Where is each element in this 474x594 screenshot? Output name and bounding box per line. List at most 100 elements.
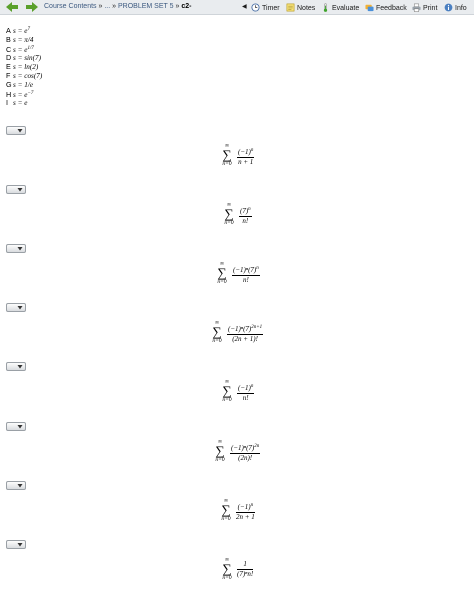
option-base: sin(7) [24, 54, 42, 63]
fraction-numerator: 1 [237, 560, 254, 570]
answer-option-a: As = e7 [6, 26, 42, 36]
fraction-denominator: n! [242, 276, 249, 284]
numerator-exponent: 2n [254, 444, 260, 449]
answer-select-8[interactable] [6, 540, 26, 549]
breadcrumb-ellipsis[interactable]: ... [104, 3, 110, 10]
evaluate-label: Evaluate [332, 5, 360, 12]
forward-arrow-icon[interactable] [26, 2, 38, 12]
summation-symbol: ∞ ∑ n=0 [219, 498, 233, 522]
fraction-numerator: (−1)n [237, 146, 255, 158]
breadcrumb-problem-set[interactable]: PROBLEM SET 5 [118, 3, 174, 10]
numerator-base: (−1) [238, 384, 251, 392]
summation-symbol: ∞ ∑ n=0 [222, 202, 236, 226]
breadcrumb-course-contents[interactable]: Course Contents [44, 3, 97, 10]
sigma-glyph: ∑ [222, 147, 232, 162]
series-fraction: (−1)n n + 1 [237, 146, 255, 167]
chevron-down-icon [17, 425, 23, 429]
answer-select-5[interactable] [6, 362, 26, 371]
answer-option-g: Gs = 1/e [6, 79, 42, 90]
summation-symbol: ∞ ∑ n=0 [215, 261, 229, 285]
info-button[interactable]: Info [444, 3, 467, 12]
series-fraction: (−1)n 2n + 1 [236, 501, 255, 522]
sum-lower-limit: n=0 [224, 220, 234, 226]
fraction-denominator: (2n)! [238, 454, 253, 462]
summation-symbol: ∞ ∑ n=0 [210, 320, 224, 344]
answer-select-1[interactable] [6, 126, 26, 135]
back-arrow-icon[interactable] [6, 2, 18, 12]
option-base: cos(7) [24, 71, 43, 80]
numerator-base: 1 [243, 560, 247, 568]
summation-symbol: ∞ ∑ n=0 [213, 439, 227, 463]
fraction-numerator: (−1)ⁿ(7)n [232, 264, 260, 276]
option-base: ln(2) [24, 63, 39, 72]
notes-label: Notes [297, 5, 316, 12]
option-expression: s = ln(2) [13, 63, 38, 71]
sum-lower-limit: n=0 [222, 575, 232, 581]
answer-select-4[interactable] [6, 303, 26, 312]
sum-lower-limit: n=0 [222, 397, 232, 403]
answer-select-6[interactable] [6, 422, 26, 431]
answer-select-7[interactable] [6, 481, 26, 490]
notes-button[interactable]: Notes [286, 3, 315, 12]
option-letter: G [6, 79, 12, 89]
series-fraction: (−1)n n! [237, 382, 255, 403]
fraction-denominator: n + 1 [238, 158, 254, 166]
option-exponent: 7 [27, 27, 30, 32]
answer-option-c: Cs = e1/7 [6, 45, 42, 55]
fraction-numerator: (7)n [239, 205, 252, 217]
option-letter: I [6, 98, 8, 108]
numerator-exponent: n [250, 148, 254, 153]
notepad-icon [286, 3, 295, 12]
option-expression: s = sin(7) [13, 54, 41, 62]
sigma-glyph: ∑ [217, 265, 227, 280]
collapse-triangle-icon[interactable]: ◀ [242, 3, 247, 10]
sigma-glyph: ∑ [212, 324, 222, 339]
chevron-down-icon [17, 484, 23, 488]
numerator-base: (−1)ⁿ(7) [233, 266, 257, 274]
info-icon [444, 3, 453, 12]
numerator-base: (−1)ⁿ(7) [228, 325, 252, 333]
timer-button[interactable]: Timer [251, 3, 280, 12]
option-expression: s = cos(7) [13, 72, 42, 80]
option-expression: s = e−7 [13, 91, 33, 99]
numerator-exponent: n [256, 266, 259, 271]
print-label: Print [423, 5, 438, 12]
answer-select-2[interactable] [6, 185, 26, 194]
chevron-down-icon [17, 365, 23, 369]
feedback-button[interactable]: Feedback [365, 3, 407, 12]
evaluate-button[interactable]: Evaluate [321, 3, 359, 12]
print-button[interactable]: Print [412, 3, 437, 12]
numerator-exponent: n [250, 503, 254, 508]
breadcrumb-separator: » [98, 3, 103, 10]
numerator-base: (−1) [238, 148, 251, 156]
sigma-glyph: ∑ [224, 206, 234, 221]
clock-icon [251, 3, 260, 12]
sum-lower-limit: n=0 [222, 161, 232, 167]
option-expression: s = e1/7 [13, 46, 34, 54]
fraction-numerator: (−1)n [236, 501, 255, 513]
breadcrumb-separator: » [175, 3, 180, 10]
fraction-denominator: (7)ⁿn! [237, 570, 254, 578]
answer-option-d: Ds = sin(7) [6, 54, 42, 63]
summation-symbol: ∞ ∑ n=0 [220, 379, 234, 403]
summation-symbol: ∞ ∑ n=0 [220, 557, 234, 581]
info-label: Info [455, 5, 467, 12]
sigma-glyph: ∑ [221, 502, 231, 517]
option-lhs: s = [13, 80, 25, 89]
option-base: π/4 [24, 35, 34, 44]
fraction-numerator: (−1)ⁿ(7)2n [230, 442, 261, 454]
option-expression: s = π/4 [13, 36, 33, 44]
sum-lower-limit: n=0 [215, 457, 225, 463]
option-lhs: s = [13, 99, 25, 108]
numerator-exponent: n [250, 384, 254, 389]
fraction-numerator: (−1)ⁿ(7)2n+1 [227, 323, 264, 335]
chevron-down-icon [17, 188, 23, 192]
series-fraction: (−1)ⁿ(7)2n+1 (2n + 1)! [227, 323, 264, 344]
numerator-base: (−1) [237, 503, 251, 511]
feedback-label: Feedback [376, 5, 407, 12]
option-letter: B [6, 34, 11, 44]
sigma-glyph: ∑ [222, 383, 232, 398]
summation-symbol: ∞ ∑ n=0 [220, 143, 234, 167]
answer-select-3[interactable] [6, 244, 26, 253]
option-lhs: s = [13, 45, 25, 54]
